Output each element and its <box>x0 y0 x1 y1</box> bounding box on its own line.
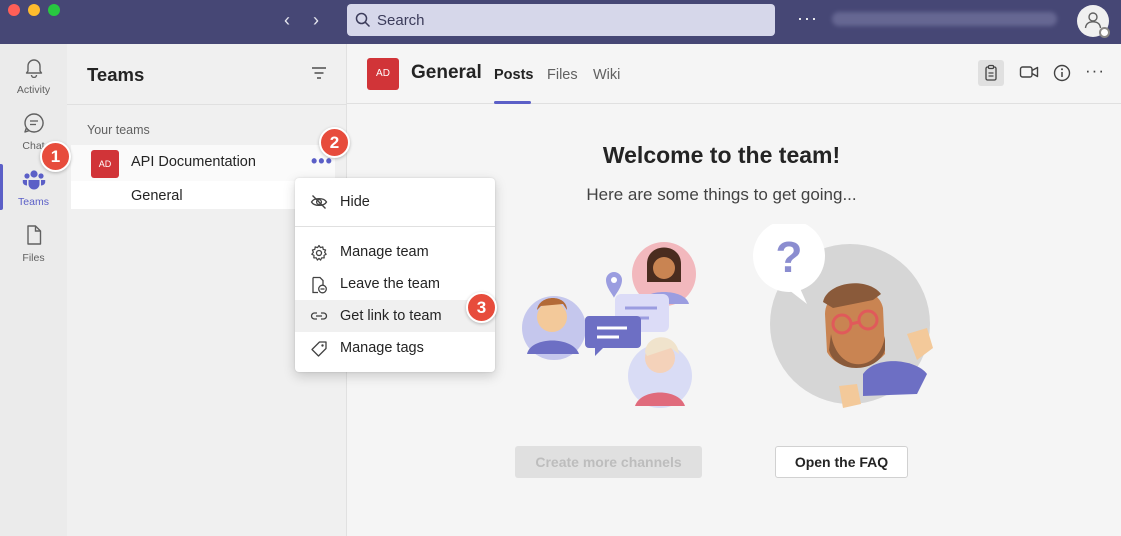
video-icon <box>1019 66 1039 78</box>
forward-arrow-icon[interactable]: › <box>306 10 326 30</box>
clipboard-button[interactable] <box>978 60 1004 86</box>
welcome-title: Welcome to the team! <box>602 142 841 168</box>
tab-wiki[interactable]: Wiki <box>593 67 620 83</box>
active-tab-indicator <box>494 101 531 104</box>
menu-label-manage-team: Manage team <box>340 244 429 260</box>
bell-icon <box>25 59 42 78</box>
rail-label-teams: Teams <box>18 196 49 208</box>
team-context-menu: Hide Manage team Leave the team Get link… <box>295 178 495 372</box>
step-badge-2: 2 <box>319 127 350 158</box>
search-icon <box>355 12 371 28</box>
leave-team-icon <box>312 276 327 294</box>
rail-item-activity[interactable]: Activity <box>0 50 67 102</box>
channel-name: General <box>131 188 183 204</box>
window-close-button[interactable] <box>8 4 20 16</box>
window-minimize-button[interactable] <box>28 4 40 16</box>
title-bar: ‹ › Search ··· <box>0 0 1121 44</box>
link-icon <box>310 312 328 320</box>
rail-label-files: Files <box>22 252 45 264</box>
rail-item-files[interactable]: Files <box>0 218 67 270</box>
panel-title: Teams <box>87 64 145 85</box>
team-row[interactable]: AD API Documentation ••• <box>71 145 335 181</box>
channel-row[interactable]: General <box>71 181 295 209</box>
teams-icon <box>22 170 45 190</box>
channel-header: AD General Posts Files Wiki ··· <box>347 44 1121 104</box>
avatar[interactable] <box>1077 5 1110 38</box>
menu-label-hide: Hide <box>340 194 370 210</box>
step-badge-3: 3 <box>466 292 497 323</box>
channel-avatar: AD <box>367 58 399 90</box>
panel-divider <box>67 104 347 105</box>
tab-posts[interactable]: Posts <box>494 67 534 83</box>
info-icon <box>1053 64 1071 82</box>
menu-item-manage-team[interactable]: Manage team <box>295 236 495 268</box>
team-name: API Documentation <box>131 154 256 170</box>
menu-item-get-link[interactable]: Get link to team <box>295 300 495 332</box>
gear-icon <box>311 244 327 261</box>
menu-divider <box>295 226 495 227</box>
tag-icon <box>311 341 327 357</box>
file-icon <box>26 225 41 245</box>
menu-label-leave-team: Leave the team <box>340 276 440 292</box>
clipboard-icon <box>985 64 997 81</box>
create-channels-button[interactable]: Create more channels <box>515 446 702 478</box>
step-badge-1: 1 <box>40 141 71 172</box>
back-arrow-icon[interactable]: ‹ <box>277 10 297 30</box>
open-faq-button[interactable]: Open the FAQ <box>775 446 908 478</box>
info-button[interactable] <box>1049 60 1075 86</box>
menu-item-leave-team[interactable]: Leave the team <box>295 268 495 300</box>
channel-title: General <box>411 62 482 83</box>
video-call-button[interactable] <box>1016 60 1042 86</box>
chat-icon <box>23 113 44 133</box>
menu-label-manage-tags: Manage tags <box>340 340 424 356</box>
menu-item-manage-tags[interactable]: Manage tags <box>295 332 495 364</box>
section-label: Your teams <box>87 123 150 137</box>
tab-files[interactable]: Files <box>547 67 578 83</box>
search-placeholder: Search <box>377 12 425 29</box>
search-input[interactable]: Search <box>347 4 775 36</box>
window-zoom-button[interactable] <box>48 4 60 16</box>
rail-label-activity: Activity <box>16 84 51 96</box>
presence-status-icon <box>1099 27 1110 38</box>
filter-icon[interactable] <box>311 66 327 80</box>
menu-label-get-link: Get link to team <box>340 308 442 324</box>
eye-hidden-icon <box>310 195 328 209</box>
app-rail: Activity Chat Teams Files <box>0 44 67 536</box>
more-options-icon[interactable]: ··· <box>1082 60 1108 86</box>
welcome-illustration: ? <box>522 224 933 408</box>
svg-text:?: ? <box>776 233 803 282</box>
menu-item-hide[interactable]: Hide <box>295 186 495 218</box>
more-options-icon[interactable]: ··· <box>797 8 818 29</box>
team-avatar: AD <box>91 150 119 178</box>
blurred-account-name <box>832 12 1057 26</box>
person-icon <box>1084 12 1102 29</box>
